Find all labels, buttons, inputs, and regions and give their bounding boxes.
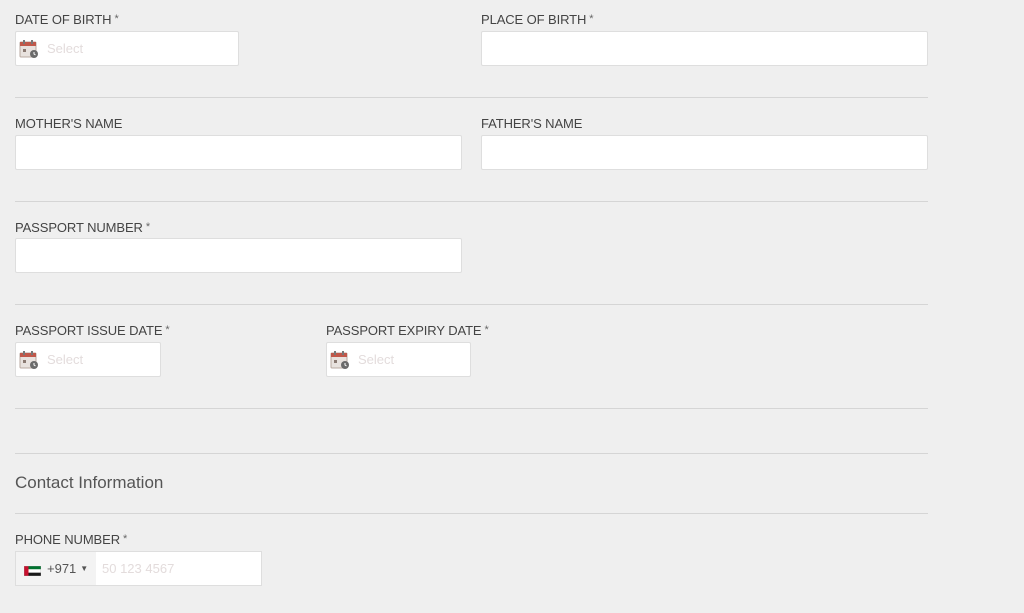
fathers-name-label: FATHER'S NAME (481, 116, 583, 131)
place-of-birth-label: PLACE OF BIRTH * (481, 12, 594, 27)
divider (15, 408, 928, 409)
passport-issue-date-placeholder: Select (47, 352, 84, 367)
country-code: +971 (47, 561, 77, 576)
uae-flag-icon (23, 564, 42, 576)
divider (15, 453, 928, 454)
calendar-icon[interactable] (330, 350, 350, 370)
required-mark: * (484, 324, 489, 336)
passport-number-input[interactable] (15, 238, 462, 273)
divider (15, 201, 928, 202)
mothers-name-input[interactable] (15, 135, 462, 170)
required-mark: * (122, 533, 128, 545)
phone-number-label: PHONE NUMBER * (15, 532, 128, 547)
divider (15, 513, 928, 514)
calendar-icon[interactable] (19, 39, 39, 59)
divider (15, 304, 928, 305)
contact-information-heading: Contact Information (15, 473, 164, 492)
date-of-birth-label: DATE OF BIRTH * (15, 12, 119, 27)
phone-number-input[interactable]: 50 123 4567 (96, 552, 261, 585)
phone-number-field: +971 ▼ 50 123 4567 (15, 551, 262, 586)
phone-number-placeholder: 50 123 4567 (102, 561, 175, 576)
mothers-name-label: MOTHER'S NAME (15, 116, 123, 131)
calendar-icon[interactable] (19, 350, 39, 370)
chevron-down-icon: ▼ (80, 564, 89, 573)
passport-expiry-date-picker[interactable]: Select (326, 342, 471, 377)
date-of-birth-placeholder: Select (47, 41, 84, 56)
place-of-birth-input[interactable] (481, 31, 928, 66)
required-mark: * (165, 324, 170, 336)
required-mark: * (114, 13, 119, 25)
date-of-birth-picker[interactable]: Select (15, 31, 239, 66)
fathers-name-input[interactable] (481, 135, 928, 170)
passport-issue-date-label: PASSPORT ISSUE DATE * (15, 323, 170, 338)
passport-issue-date-picker[interactable]: Select (15, 342, 161, 377)
passport-number-label: PASSPORT NUMBER * (15, 220, 150, 235)
required-mark: * (589, 13, 594, 25)
divider (15, 97, 928, 98)
passport-expiry-date-label: PASSPORT EXPIRY DATE * (326, 323, 489, 338)
passport-expiry-date-placeholder: Select (358, 352, 395, 367)
country-code-dropdown[interactable]: +971 ▼ (16, 552, 96, 585)
required-mark: * (145, 221, 150, 233)
